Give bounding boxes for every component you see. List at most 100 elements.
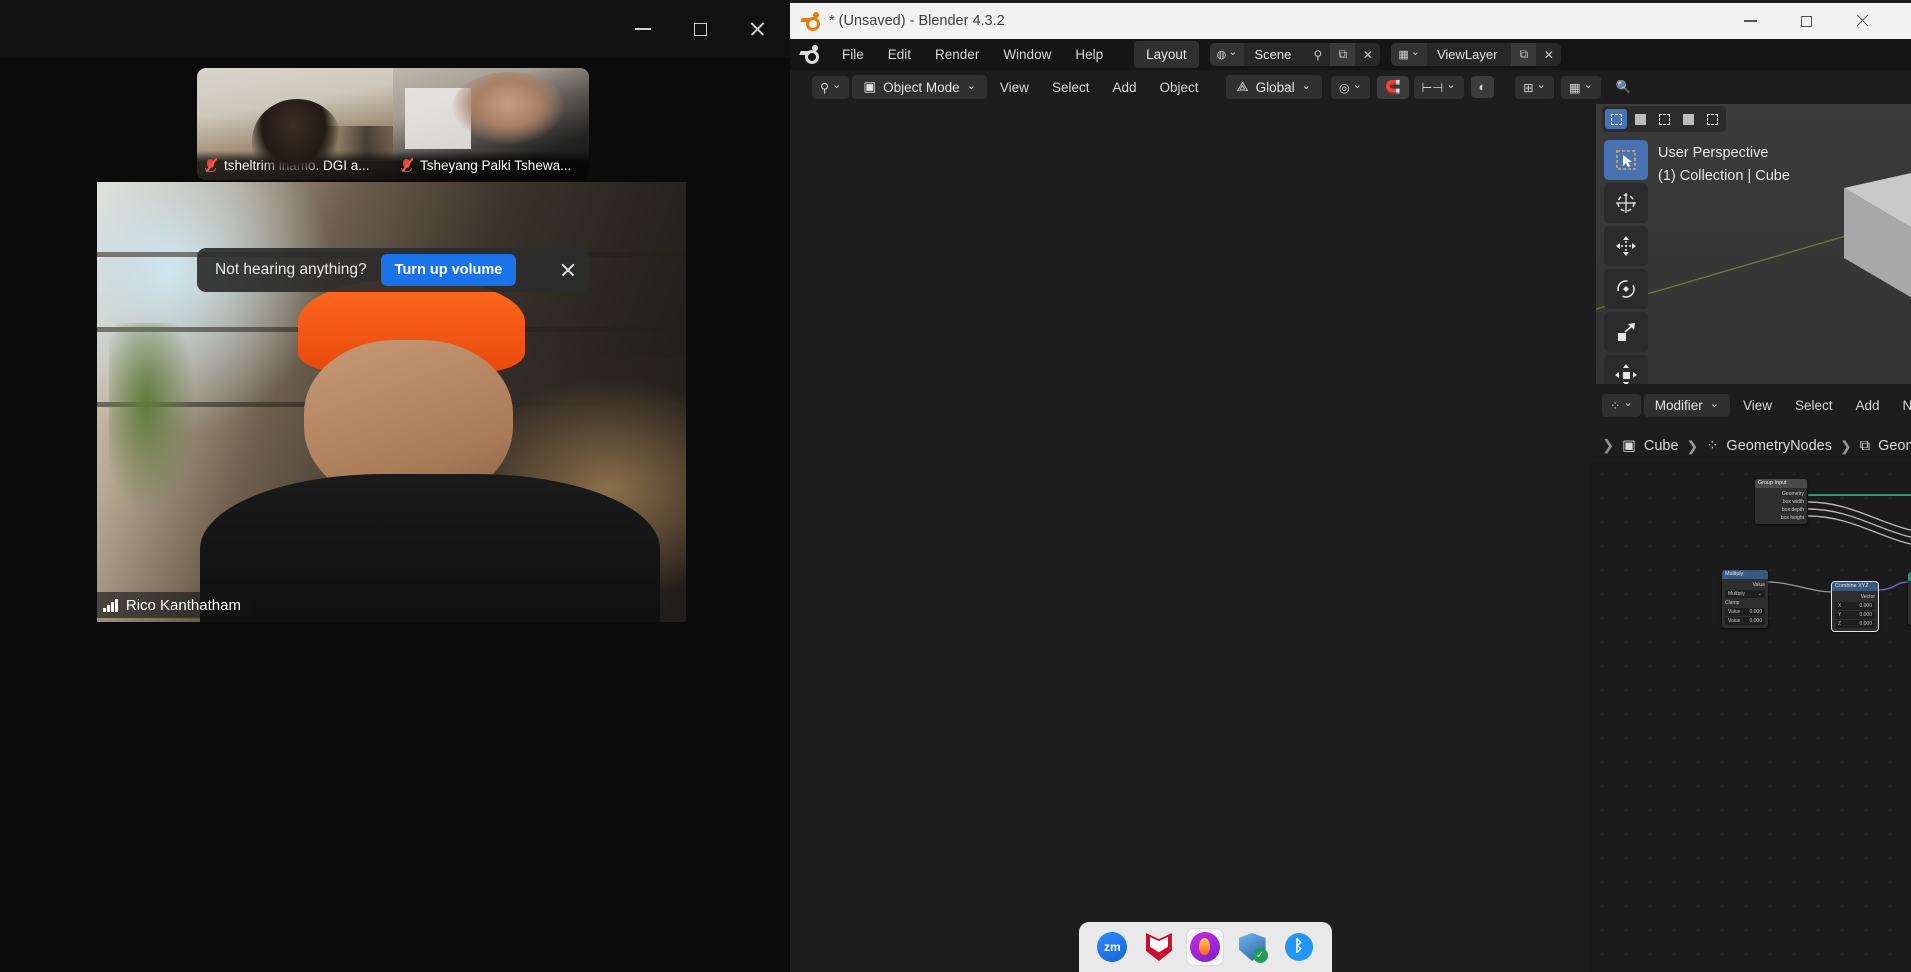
node-links xyxy=(1767,494,1911,593)
taskbar-zoom-app-icon[interactable]: zm xyxy=(1094,929,1130,965)
transform-orientation-selector[interactable]: ⟁ Global xyxy=(1225,75,1322,99)
remove-scene-icon[interactable]: ✕ xyxy=(1355,43,1380,66)
menu-render[interactable]: Render xyxy=(924,42,990,67)
select-mode-lasso[interactable] xyxy=(1677,109,1699,129)
select-box-tool-icon[interactable] xyxy=(1604,140,1648,180)
mic-muted-icon xyxy=(204,158,217,173)
scale-tool-icon[interactable] xyxy=(1604,312,1648,352)
node-graph-canvas[interactable]: Group Input Geometry box width box depth… xyxy=(1590,462,1911,972)
search-icon[interactable]: 🔍 xyxy=(1608,76,1640,99)
speaker-name-label: Rico Kanthatham xyxy=(97,592,253,618)
zoom-logo-glyph: zm xyxy=(1097,932,1128,962)
node-multiply[interactable]: Multiply Value Multiply ⌄ Clamp Value 0.00… xyxy=(1722,570,1768,628)
turn-up-volume-button[interactable]: Turn up volume xyxy=(380,254,517,286)
menu-help[interactable]: Help xyxy=(1064,42,1114,67)
select-mode-circle[interactable] xyxy=(1653,109,1675,129)
select-mode-tweak[interactable] xyxy=(1605,109,1627,129)
zoom-minimize-button[interactable] xyxy=(622,14,664,44)
participant-thumbnail[interactable]: tsheltrim lhamo. DGI a... xyxy=(197,68,393,180)
zoom-close-button[interactable] xyxy=(736,14,778,44)
notification-message: Not hearing anything? xyxy=(215,261,367,278)
node-editor-header: ⁘ Modifier View Select Add Node ⧉ Geomet… xyxy=(1596,388,1911,422)
workspace-tab-layout[interactable]: Layout xyxy=(1134,41,1199,68)
taskbar-windows-defender-icon[interactable] xyxy=(1234,929,1270,965)
blender-minimize-button[interactable] xyxy=(1727,3,1773,39)
notification-close-icon[interactable] xyxy=(555,257,581,283)
select-mode-extend[interactable] xyxy=(1701,109,1723,129)
move-tool-icon[interactable] xyxy=(1604,226,1648,266)
pivot-point-icon[interactable]: ◎ xyxy=(1330,75,1370,99)
node-group-input[interactable]: Group Input Geometry box width box depth… xyxy=(1755,479,1807,524)
viewport-menu-add[interactable]: Add xyxy=(1102,76,1146,99)
node-menu-node[interactable]: Node xyxy=(1893,394,1911,417)
menu-edit[interactable]: Edit xyxy=(877,42,922,67)
audio-notification-banner: Not hearing anything? Turn up volume xyxy=(197,248,589,292)
node-mode-selector[interactable]: Modifier xyxy=(1643,393,1730,417)
blender-menu-logo-icon[interactable] xyxy=(799,45,819,64)
participant-thumbnail-strip: tsheltrim lhamo. DGI a... Tsheyang Palki… xyxy=(197,68,589,180)
blender-window: * (Unsaved) - Blender 4.3.2 File Edit Re… xyxy=(790,0,1911,972)
node-value-field[interactable]: Value 0.000 xyxy=(1725,617,1765,625)
node-menu-select[interactable]: Select xyxy=(1785,394,1843,417)
select-mode-toggles xyxy=(1602,106,1726,132)
system-taskbar: zm ᛒ xyxy=(1079,922,1332,972)
viewport-collection-label: (1) Collection | Cube xyxy=(1658,168,1790,184)
node-dropdown[interactable]: Multiply ⌄ xyxy=(1725,590,1765,598)
participant-thumbnail[interactable]: Tsheyang Palki Tshewa... xyxy=(393,68,589,180)
breadcrumb-modifier[interactable]: GeometryNodes xyxy=(1726,438,1832,454)
new-viewlayer-icon[interactable]: ⧉ xyxy=(1511,43,1537,66)
node-menu-add[interactable]: Add xyxy=(1846,394,1890,417)
zoom-maximize-button[interactable] xyxy=(679,14,721,44)
cursor-tool-icon[interactable] xyxy=(1604,183,1648,223)
breadcrumb-object[interactable]: Cube xyxy=(1644,438,1679,454)
node-title: Combine XYZ xyxy=(1832,582,1878,591)
node-value-field[interactable]: Value 0.000 xyxy=(1725,608,1765,616)
remove-viewlayer-icon[interactable]: ✕ xyxy=(1536,43,1561,66)
node-checkbox[interactable]: Clamp xyxy=(1725,599,1765,607)
viewport-menu-object[interactable]: Object xyxy=(1150,76,1209,99)
snap-options-icon[interactable]: ⊢⊣ xyxy=(1413,75,1464,99)
select-mode-box[interactable] xyxy=(1629,109,1651,129)
proportional-edit-icon[interactable]: ◐ xyxy=(1470,76,1495,98)
menu-file[interactable]: File xyxy=(831,42,875,67)
breadcrumb-separator: ❯ xyxy=(1686,437,1699,454)
object-mode-icon: ▣ xyxy=(863,79,877,94)
breadcrumb-expand-icon[interactable]: ❯ xyxy=(1602,438,1614,454)
blender-maximize-button[interactable] xyxy=(1783,3,1829,39)
node-value-field[interactable]: X 0.000 xyxy=(1835,602,1875,610)
node-socket: box width xyxy=(1782,499,1804,505)
blender-close-button[interactable] xyxy=(1839,3,1885,39)
viewlayer-selector[interactable]: ▦ ViewLayer ⧉ ✕ xyxy=(1391,43,1562,66)
node-value-field[interactable]: Y 0.000 xyxy=(1835,611,1875,619)
breadcrumb-nodetree[interactable]: Geometry Nodes xyxy=(1878,438,1911,454)
node-combine-xyz-2[interactable]: Combine XYZ Vector X 0.000 Y 0.000 Z 0.000 xyxy=(1831,581,1879,632)
geometry-nodes-editor-icon[interactable]: ⁘ xyxy=(1602,393,1641,417)
breadcrumb-separator: ❯ xyxy=(1840,437,1852,454)
scene-pin-icon[interactable]: ⚲ xyxy=(1305,43,1330,66)
node-menu-view[interactable]: View xyxy=(1733,394,1782,417)
blender-titlebar: * (Unsaved) - Blender 4.3.2 xyxy=(790,3,1911,39)
outliner-display-icon[interactable]: ⊞ xyxy=(1515,75,1554,99)
transform-tool-icon[interactable] xyxy=(1604,355,1648,384)
magnet-icon[interactable]: 🧲 xyxy=(1376,75,1409,99)
rotate-tool-icon[interactable] xyxy=(1604,269,1648,309)
taskbar-mcafee-icon[interactable] xyxy=(1141,929,1177,965)
taskbar-bluetooth-icon[interactable]: ᛒ xyxy=(1281,929,1317,965)
node-socket: Vector xyxy=(1860,594,1875,600)
viewport-menu-select[interactable]: Select xyxy=(1042,76,1100,99)
node-value-field[interactable]: Z 0.000 xyxy=(1835,620,1875,628)
signal-bars-icon xyxy=(103,598,118,612)
3d-viewport[interactable]: User Perspective (1) Collection | Cube O… xyxy=(1596,104,1911,384)
screen: Rico Kanthatham tsheltrim lhamo. DGI a..… xyxy=(0,0,1911,972)
menu-window[interactable]: Window xyxy=(992,42,1062,67)
participant-name-bar: Tsheyang Palki Tshewa... xyxy=(393,151,589,180)
viewport-menu-view[interactable]: View xyxy=(990,76,1039,99)
node-tree-icon: ⧉ xyxy=(1859,438,1871,454)
taskbar-firefox-icon[interactable] xyxy=(1187,929,1224,965)
scene-selector[interactable]: ◍ Scene ⚲ ⧉ ✕ xyxy=(1209,43,1381,66)
participant-name-bar: tsheltrim lhamo. DGI a... xyxy=(197,151,393,180)
editor-type-icon[interactable]: ⚲ xyxy=(812,75,850,99)
interaction-mode-selector[interactable]: ▣ Object Mode xyxy=(852,75,987,99)
filter-icon[interactable]: ▦ xyxy=(1560,75,1601,99)
new-scene-icon[interactable]: ⧉ xyxy=(1330,43,1356,66)
